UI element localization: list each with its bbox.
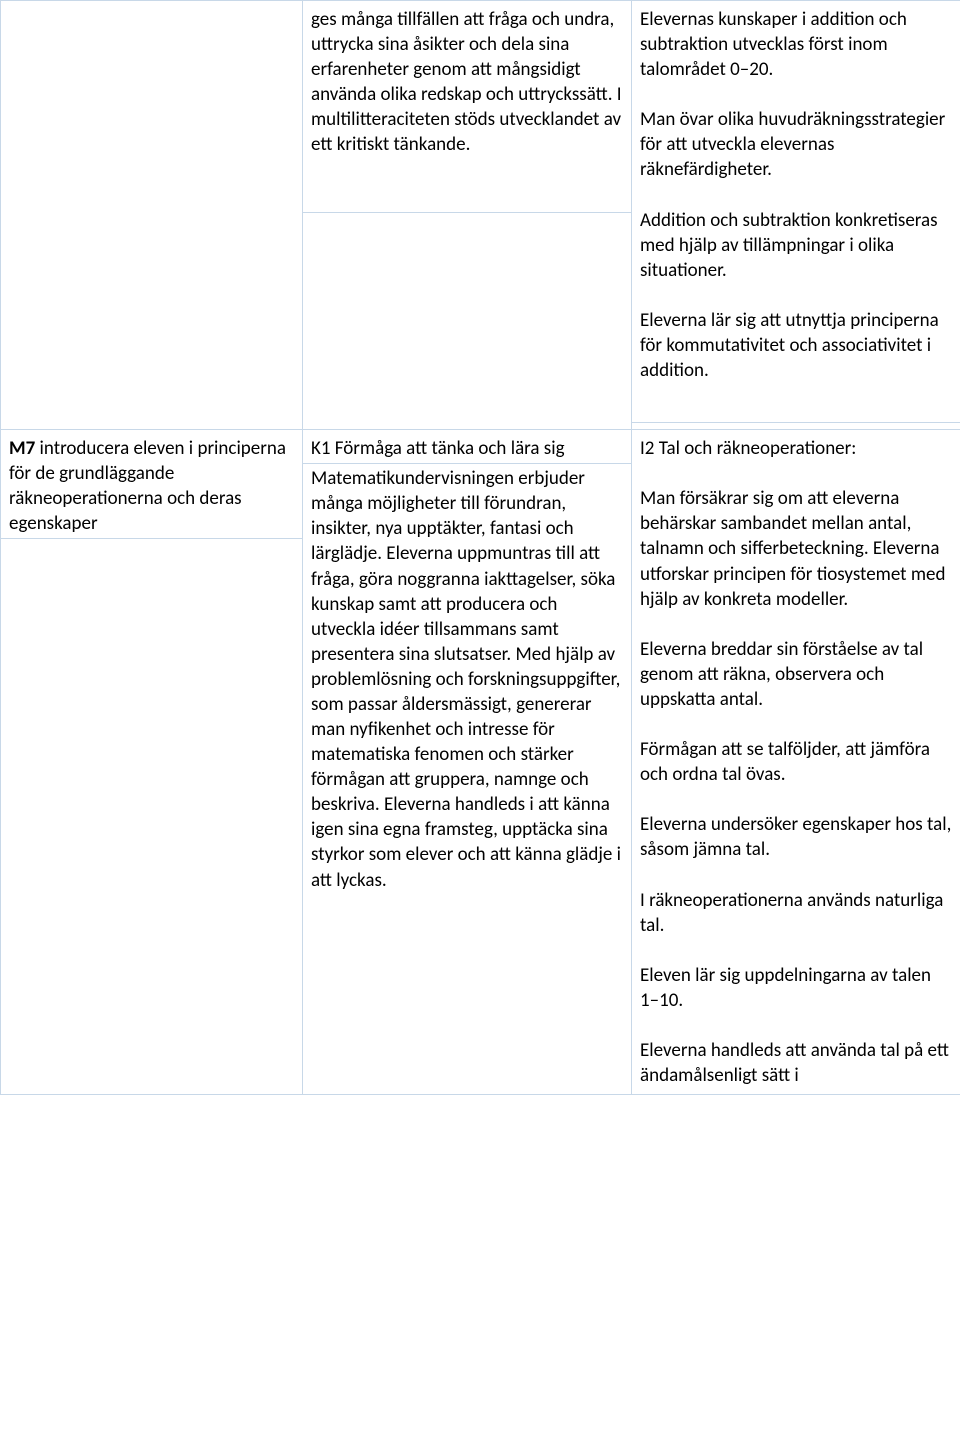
cell-competence: K1 Förmåga att tänka och lära sig Matema… xyxy=(303,430,632,1095)
table-row: M7 introducera eleven i principerna för … xyxy=(1,430,960,1095)
cell-body-text: Elevernas kunskaper i addition och subtr… xyxy=(640,7,952,383)
blank-subcell xyxy=(303,157,631,213)
curriculum-table: ges många tillfällen att fråga och undra… xyxy=(0,0,960,1095)
cell-content: I2 Tal och räkneoperationer: Man försäkr… xyxy=(632,430,960,1095)
objective-code: M7 xyxy=(9,437,35,460)
cell-lead-text: K1 Förmåga att tänka och lära sig xyxy=(303,436,631,464)
cell-content: Elevernas kunskaper i addition och subtr… xyxy=(632,1,960,430)
cell-lead-text: M7 introducera eleven i principerna för … xyxy=(1,436,302,539)
cell-body-text: I2 Tal och räkneoperationer: Man försäkr… xyxy=(640,436,952,1088)
cell-body-text: Matematikundervisningen erbjuder många m… xyxy=(311,466,623,892)
objective-text: introducera eleven i principerna för de … xyxy=(9,437,286,535)
blank-subcell xyxy=(632,389,960,423)
cell-lead-text: ges många tillfällen att fråga och undra… xyxy=(311,7,623,157)
cell-objective: M7 introducera eleven i principerna för … xyxy=(1,430,303,1095)
cell-objective xyxy=(1,1,303,430)
table-row: ges många tillfällen att fråga och undra… xyxy=(1,1,960,430)
cell-competence: ges många tillfällen att fråga och undra… xyxy=(303,1,632,430)
blank-subcell xyxy=(303,213,631,269)
